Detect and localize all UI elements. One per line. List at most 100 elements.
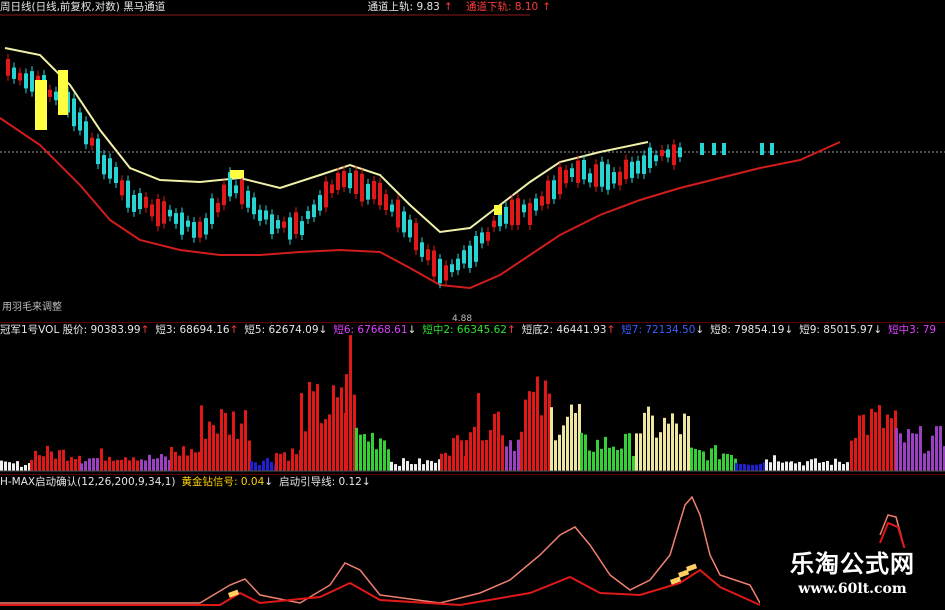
volume-bar [722, 453, 725, 471]
volume-bar [426, 460, 429, 471]
signal-candle [230, 170, 244, 178]
volume-bar [124, 457, 127, 471]
candle-body [336, 172, 340, 190]
volume-bar [698, 450, 701, 471]
candle-body [450, 264, 454, 273]
candle-body [360, 173, 364, 202]
volume-bar [687, 415, 690, 471]
volume-stat-arrow-1: ↑ [229, 324, 239, 336]
volume-bar [785, 461, 788, 471]
candle-body [312, 204, 316, 218]
volume-stat-arrow-0: ↑ [140, 324, 150, 336]
volume-stat-8: 短9: 85015.97 [799, 324, 874, 336]
volume-bar [406, 461, 409, 471]
candle-body [504, 206, 508, 224]
candlestick-chart[interactable] [0, 0, 945, 322]
volume-bar [250, 461, 253, 471]
candle-body [108, 158, 112, 179]
volume-stat-4: 短中2: 66345.62 [422, 324, 507, 336]
candle-body [306, 211, 310, 219]
volume-bar [520, 431, 523, 471]
volume-bar [858, 415, 861, 471]
volume-chart[interactable] [0, 323, 945, 475]
candle-body [666, 149, 670, 158]
volume-bar [473, 426, 476, 471]
volume-bar [620, 448, 623, 471]
volume-bar [923, 453, 926, 471]
watermark-title: 乐淘公式网 [790, 550, 915, 578]
candle-body [712, 143, 716, 155]
volume-bar [108, 456, 111, 471]
volume-bar [270, 461, 273, 471]
volume-bar [608, 447, 611, 471]
candle-body [648, 147, 652, 169]
volume-bar [152, 458, 155, 471]
volume-bar [148, 454, 151, 471]
volume-pane[interactable]: 冠军1号VOL 股价: 90383.99↑ 短3: 68694.16↑ 短5: 62… [0, 322, 945, 475]
volume-bar [295, 454, 298, 471]
volume-bar [332, 385, 335, 471]
volume-bar [489, 430, 492, 471]
candle-body [636, 160, 640, 174]
volume-bar [739, 463, 742, 471]
candle-body [582, 159, 586, 180]
volume-bar [336, 397, 339, 471]
indicator-stat-1: 黄金钻信号: 0.04 [181, 476, 265, 488]
candle-body [642, 155, 646, 174]
volume-bar [566, 416, 569, 471]
volume-bar [536, 376, 539, 471]
volume-bar [874, 412, 877, 471]
volume-bar [671, 413, 674, 471]
candle-body [516, 198, 520, 226]
volume-bar [781, 462, 784, 471]
candle-body [294, 212, 298, 235]
volume-bar [345, 374, 348, 471]
volume-bar [328, 414, 331, 471]
volume-bar [452, 438, 455, 471]
volume-bar [743, 464, 746, 471]
price-chart-pane[interactable]: 周日线(日线,前复权,对数) 黑马通道 通道上轨: 9.83 ↑ 通道下轨: 8.… [0, 0, 945, 322]
volume-stat-arrow-6: ↓ [695, 324, 705, 336]
volume-bar [592, 451, 595, 471]
volume-bar [655, 437, 658, 471]
candle-body [558, 167, 562, 195]
volume-bar [878, 405, 881, 471]
volume-bar [228, 434, 231, 471]
candle-body [264, 210, 268, 220]
volume-bar [390, 461, 393, 471]
volume-bar [308, 381, 311, 471]
volume-stat-arrow-2: ↓ [318, 324, 328, 336]
candle-body [72, 98, 76, 127]
volume-bar [747, 464, 750, 471]
volume-bar [375, 449, 378, 471]
candle-body [198, 221, 202, 238]
candle-body [510, 199, 514, 226]
candle-body [276, 220, 280, 229]
candle-body [654, 155, 658, 162]
volume-bar [584, 434, 587, 471]
volume-bar [104, 460, 107, 471]
volume-bar [870, 408, 873, 471]
volume-bar [194, 452, 197, 471]
volume-bar [580, 432, 583, 471]
volume-bar [632, 455, 635, 471]
volume-bar [822, 461, 825, 471]
volume-bar [42, 456, 45, 471]
candle-body [366, 183, 370, 200]
candle-body [234, 185, 238, 194]
volume-bar [899, 433, 902, 471]
candle-body [288, 217, 292, 240]
volume-bar [448, 455, 451, 471]
volume-bar [554, 440, 557, 471]
volume-bar [532, 391, 535, 471]
candle-body [384, 194, 388, 210]
volume-bar [635, 433, 638, 471]
volume-bar [505, 446, 508, 471]
candle-body [24, 73, 28, 89]
candle-body [222, 184, 226, 206]
volume-bar [850, 440, 853, 471]
volume-bar [456, 435, 459, 471]
volume-bar [927, 450, 930, 471]
candle-body [342, 171, 346, 188]
volume-bar [304, 431, 307, 471]
